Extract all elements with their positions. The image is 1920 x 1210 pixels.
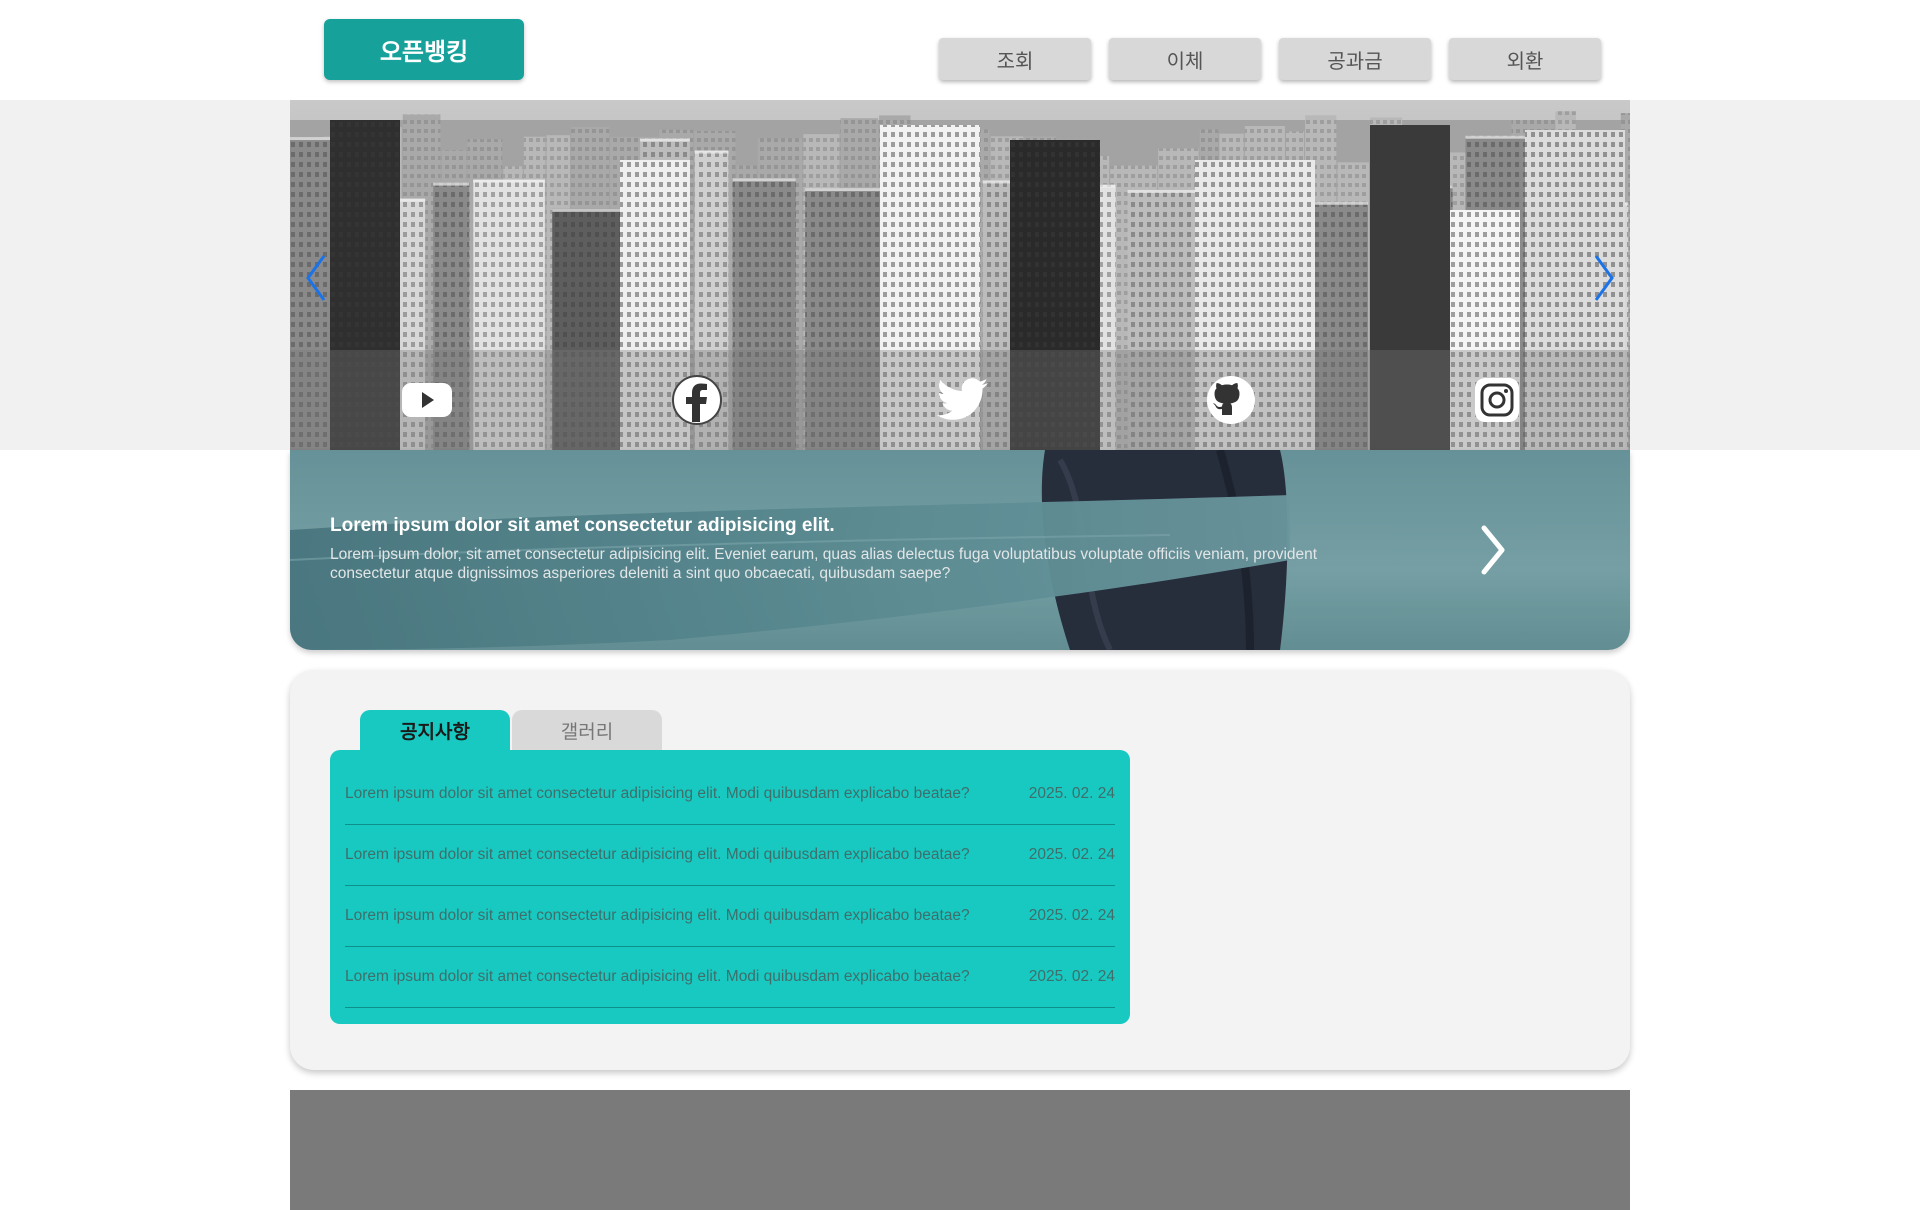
twitter-icon (936, 378, 988, 420)
notice-date: 2025. 02. 24 (1028, 968, 1115, 985)
github-icon (1207, 376, 1255, 424)
notice-date: 2025. 02. 24 (1028, 785, 1115, 802)
notice-text: Lorem ipsum dolor sit amet consectetur a… (345, 785, 970, 802)
hero-slider (290, 100, 1630, 450)
footer (290, 1090, 1630, 1210)
list-item[interactable]: Lorem ipsum dolor sit amet consectetur a… (345, 764, 1115, 825)
instagram-link[interactable] (1470, 373, 1524, 427)
twitter-link[interactable] (936, 373, 990, 427)
logo-button[interactable]: 오픈뱅킹 (324, 19, 524, 80)
youtube-icon (402, 383, 452, 417)
notice-list: Lorem ipsum dolor sit amet consectetur a… (330, 750, 1130, 1024)
social-bar (290, 350, 1630, 450)
notice-date: 2025. 02. 24 (1028, 846, 1115, 863)
header: 오픈뱅킹 조회 이체 공과금 외환 (0, 0, 1920, 100)
youtube-link[interactable] (400, 373, 454, 427)
notice-date: 2025. 02. 24 (1028, 907, 1115, 924)
banner-description: Lorem ipsum dolor, sit amet consectetur … (330, 546, 1318, 582)
promo-banner: Lorem ipsum dolor sit amet consectetur a… (290, 450, 1630, 650)
banner-next-button[interactable] (1476, 522, 1510, 578)
chevron-right-icon (1481, 525, 1505, 575)
github-link[interactable] (1204, 373, 1258, 427)
tab-notices[interactable]: 공지사항 (360, 710, 510, 750)
notice-text: Lorem ipsum dolor sit amet consectetur a… (345, 907, 970, 924)
page: 오픈뱅킹 조회 이체 공과금 외환 Lorem ipsum dolor sit … (0, 0, 1920, 1210)
banner-title: Lorem ipsum dolor sit amet consectetur a… (330, 515, 835, 536)
chevron-right-icon (1594, 255, 1614, 301)
list-item[interactable]: Lorem ipsum dolor sit amet consectetur a… (345, 947, 1115, 1008)
main-nav: 조회 이체 공과금 외환 (939, 38, 1601, 80)
notice-section: 공지사항 갤러리 Lorem ipsum dolor sit amet cons… (290, 670, 1630, 1070)
hero-next-arrow[interactable] (1586, 248, 1622, 308)
nav-button-transfer[interactable]: 이체 (1109, 38, 1261, 80)
list-item[interactable]: Lorem ipsum dolor sit amet consectetur a… (345, 825, 1115, 886)
facebook-icon (672, 375, 722, 425)
nav-button-utility-bills[interactable]: 공과금 (1279, 38, 1431, 80)
notice-text: Lorem ipsum dolor sit amet consectetur a… (345, 846, 970, 863)
tab-gallery[interactable]: 갤러리 (512, 710, 662, 750)
facebook-link[interactable] (670, 373, 724, 427)
notice-tabs: 공지사항 갤러리 (360, 710, 662, 750)
hero-prev-arrow[interactable] (298, 248, 334, 308)
chevron-left-icon (306, 255, 326, 301)
instagram-icon (1475, 378, 1519, 422)
notice-text: Lorem ipsum dolor sit amet consectetur a… (345, 968, 970, 985)
nav-button-inquiry[interactable]: 조회 (939, 38, 1091, 80)
nav-button-foreign-exchange[interactable]: 외환 (1449, 38, 1601, 80)
list-item[interactable]: Lorem ipsum dolor sit amet consectetur a… (345, 886, 1115, 947)
